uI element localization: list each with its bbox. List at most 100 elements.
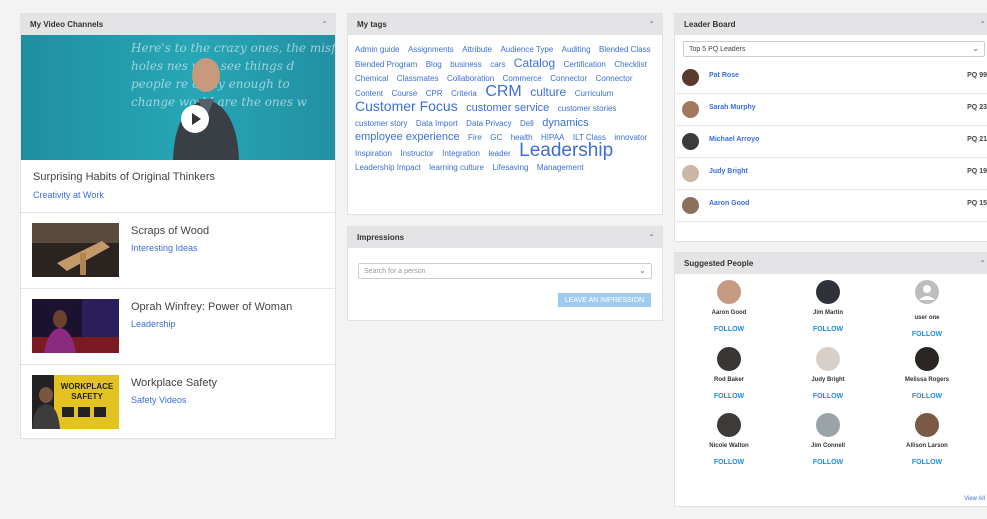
- avatar[interactable]: [682, 133, 699, 150]
- tag-link[interactable]: Audience Type: [500, 45, 553, 54]
- tag-link[interactable]: GC: [490, 133, 502, 142]
- tag-link[interactable]: CPR: [426, 89, 443, 98]
- tag-link[interactable]: Inspiration: [355, 149, 392, 158]
- video-channel[interactable]: Interesting Ideas: [131, 243, 198, 253]
- leader-name[interactable]: Michael Arroyo: [709, 136, 759, 143]
- tag-link[interactable]: culture: [530, 85, 566, 99]
- featured-video-thumbnail[interactable]: Here's to the crazy ones, the misfits ho…: [21, 35, 335, 160]
- follow-button[interactable]: FOLLOW: [882, 331, 972, 338]
- tag-link[interactable]: Data Import: [416, 119, 458, 128]
- tag-link[interactable]: business: [450, 60, 482, 69]
- featured-video-channel[interactable]: Creativity at Work: [33, 190, 104, 200]
- leader-name[interactable]: Pat Rose: [709, 72, 739, 79]
- tag-link[interactable]: customer story: [355, 119, 407, 128]
- tag-link[interactable]: Connector: [596, 74, 633, 83]
- collapse-icon[interactable]: ⌃: [979, 20, 986, 29]
- avatar[interactable]: [682, 101, 699, 118]
- tag-link[interactable]: Blended Program: [355, 60, 417, 69]
- tag-link[interactable]: Integration: [442, 149, 480, 158]
- tag-link[interactable]: Blended Class: [599, 45, 651, 54]
- leader-row[interactable]: Aaron Good PQ 15: [675, 190, 987, 222]
- leaderboard-select[interactable]: Top 5 PQ Leaders ⌄: [683, 41, 985, 57]
- follow-button[interactable]: FOLLOW: [783, 393, 873, 400]
- play-icon[interactable]: [181, 105, 209, 133]
- collapse-icon[interactable]: ⌃: [648, 233, 655, 242]
- avatar[interactable]: [915, 347, 939, 371]
- tag-link[interactable]: Collaboration: [447, 74, 494, 83]
- follow-button[interactable]: FOLLOW: [882, 459, 972, 466]
- leader-row[interactable]: Pat Rose PQ 99: [675, 62, 987, 94]
- collapse-icon[interactable]: ⌃: [648, 20, 655, 29]
- follow-button[interactable]: FOLLOW: [684, 326, 774, 333]
- tag-link[interactable]: learning culture: [429, 163, 484, 172]
- tag-link[interactable]: leader: [488, 149, 510, 158]
- tag-link[interactable]: Criteria: [451, 89, 477, 98]
- leader-row[interactable]: Sarah Murphy PQ 23: [675, 94, 987, 126]
- avatar[interactable]: [915, 413, 939, 437]
- tag-link[interactable]: Blog: [426, 60, 442, 69]
- featured-video-title[interactable]: Surprising Habits of Original Thinkers: [33, 171, 215, 183]
- follow-button[interactable]: FOLLOW: [882, 393, 972, 400]
- tag-link[interactable]: Connector: [550, 74, 587, 83]
- default-user-icon[interactable]: [915, 280, 939, 304]
- tag-link[interactable]: customer stories: [558, 104, 617, 113]
- person-name[interactable]: Melissa Rogers: [882, 377, 972, 383]
- follow-button[interactable]: FOLLOW: [783, 459, 873, 466]
- tag-link[interactable]: Customer Focus: [355, 98, 458, 114]
- video-title[interactable]: Scraps of Wood: [131, 225, 209, 237]
- leader-row[interactable]: Michael Arroyo PQ 21: [675, 126, 987, 158]
- tag-link[interactable]: Data Privacy: [466, 119, 511, 128]
- avatar[interactable]: [682, 165, 699, 182]
- person-name[interactable]: Rod Baker: [684, 377, 774, 383]
- person-name[interactable]: Judy Bright: [783, 377, 873, 383]
- leader-name[interactable]: Aaron Good: [709, 200, 749, 207]
- tag-link[interactable]: Content: [355, 89, 383, 98]
- tag-link[interactable]: employee experience: [355, 131, 460, 143]
- tag-link[interactable]: Lifesaving: [492, 163, 528, 172]
- person-name[interactable]: Nicole Walton: [684, 443, 774, 449]
- avatar[interactable]: [717, 347, 741, 371]
- video-title[interactable]: Oprah Winfrey: Power of Woman: [131, 301, 292, 313]
- video-list-item[interactable]: WORKPLACE SAFETY Workplace Safety Safety…: [21, 364, 335, 440]
- person-name[interactable]: Allison Larson: [882, 443, 972, 449]
- tag-link[interactable]: Admin guide: [355, 45, 399, 54]
- tag-link[interactable]: Checklist: [614, 60, 646, 69]
- leave-impression-button[interactable]: LEAVE AN IMPRESSION: [558, 293, 651, 307]
- tag-link[interactable]: Classmates: [397, 74, 439, 83]
- tag-link[interactable]: Fire: [468, 133, 482, 142]
- leader-name[interactable]: Sarah Murphy: [709, 104, 756, 111]
- avatar[interactable]: [717, 280, 741, 304]
- tag-link[interactable]: Chemical: [355, 74, 388, 83]
- tag-link[interactable]: Leadership: [519, 140, 613, 161]
- leader-name[interactable]: Judy Bright: [709, 168, 748, 175]
- person-search-select[interactable]: Search for a person ⌄: [358, 263, 652, 279]
- video-list-item[interactable]: Scraps of Wood Interesting Ideas: [21, 212, 335, 288]
- collapse-icon[interactable]: ⌃: [979, 259, 986, 268]
- person-name[interactable]: user one: [882, 315, 972, 321]
- video-thumbnail[interactable]: [32, 223, 119, 277]
- avatar[interactable]: [682, 69, 699, 86]
- leader-row[interactable]: Judy Bright PQ 19: [675, 158, 987, 190]
- avatar[interactable]: [816, 347, 840, 371]
- tag-link[interactable]: CRM: [485, 83, 521, 100]
- tag-link[interactable]: Attribute: [462, 45, 492, 54]
- tag-link[interactable]: Management: [537, 163, 584, 172]
- tag-link[interactable]: dynamics: [542, 117, 588, 129]
- tag-link[interactable]: Curriculum: [575, 89, 614, 98]
- tag-link[interactable]: Leadership Impact: [355, 163, 421, 172]
- video-title[interactable]: Workplace Safety: [131, 377, 217, 389]
- tag-link[interactable]: innovator: [614, 133, 647, 142]
- view-all-link[interactable]: View All: [964, 496, 985, 502]
- follow-button[interactable]: FOLLOW: [783, 326, 873, 333]
- tag-link[interactable]: Instructor: [400, 149, 433, 158]
- tag-link[interactable]: cars: [490, 60, 505, 69]
- avatar[interactable]: [717, 413, 741, 437]
- collapse-icon[interactable]: ⌃: [321, 20, 328, 29]
- tag-link[interactable]: Auditing: [562, 45, 591, 54]
- tag-link[interactable]: Commerce: [503, 74, 542, 83]
- avatar[interactable]: [816, 280, 840, 304]
- video-thumbnail[interactable]: [32, 299, 119, 353]
- tag-link[interactable]: Assignments: [408, 45, 454, 54]
- tag-link[interactable]: Certification: [564, 60, 606, 69]
- avatar[interactable]: [682, 197, 699, 214]
